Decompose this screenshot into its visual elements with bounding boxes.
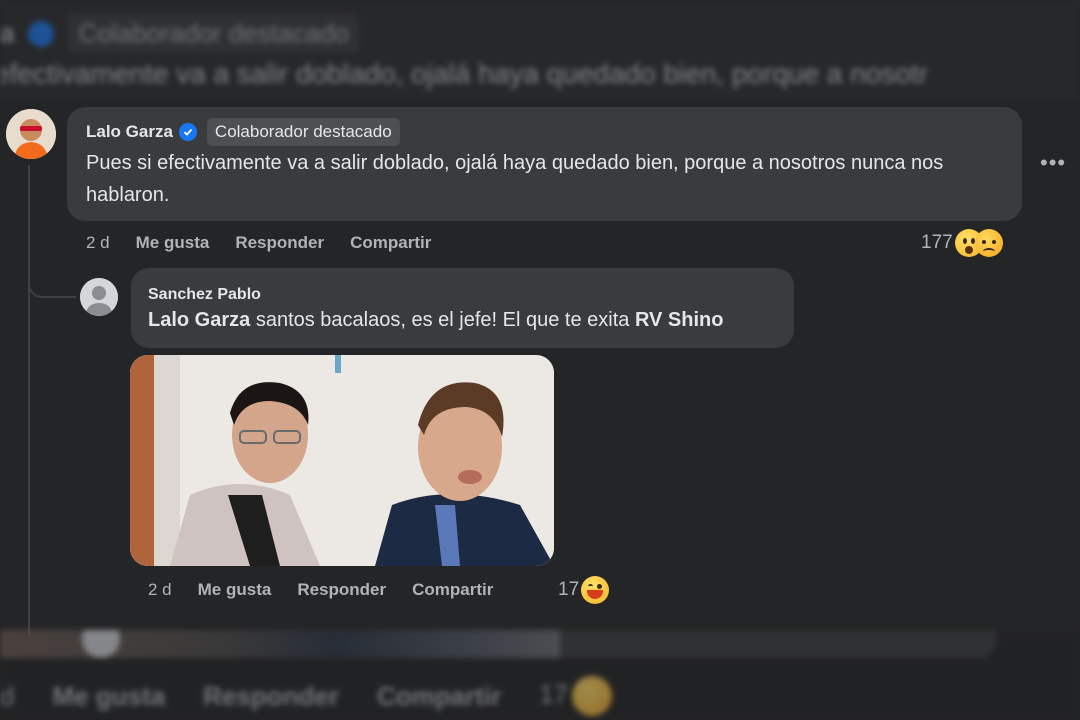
thread-line xyxy=(28,165,30,635)
ellipsis-icon[interactable]: ••• xyxy=(1040,150,1066,176)
previous-comment-ghost: a Colaborador destacado efectivamente va… xyxy=(0,0,1080,100)
reply-avatar[interactable] xyxy=(80,278,118,316)
reply-time[interactable]: 2 d xyxy=(148,580,172,600)
reply-connector xyxy=(28,262,76,298)
ghost-reply: Responder xyxy=(203,680,339,711)
reply-author[interactable]: Sanchez Pablo xyxy=(148,286,261,304)
ghost-time: d xyxy=(0,680,15,711)
mention-rv-shino[interactable]: RV Shino xyxy=(635,309,724,331)
reply-button[interactable]: Responder xyxy=(235,233,324,253)
reply-gif-image[interactable] xyxy=(130,355,554,566)
reply-reaction-count: 17 xyxy=(558,579,580,600)
haha-icon xyxy=(581,576,610,604)
top-contributor-badge: Colaborador destacado xyxy=(206,118,400,146)
reply-text: Lalo Garza santos bacalaos, es el jefe! … xyxy=(148,309,723,332)
ghost-actions: d Me gusta Responder Compartir 17 xyxy=(0,676,613,716)
reply-actions: 2 d Me gusta Responder Compartir xyxy=(148,580,519,600)
ghost-share: Compartir xyxy=(376,680,502,711)
reply-reaction-summary[interactable]: 17 xyxy=(558,576,610,604)
ghost-badge: Colaborador destacado xyxy=(68,14,359,53)
next-comment-ghost: d Me gusta Responder Compartir 17 xyxy=(0,630,1080,720)
mention-lalo-garza[interactable]: Lalo Garza xyxy=(148,309,250,331)
ghost-reaction-count: 17 xyxy=(539,676,613,716)
like-button[interactable]: Me gusta xyxy=(136,233,210,253)
sad-icon xyxy=(974,229,1003,257)
comment-text: Pues si efectivamente va a salir doblado… xyxy=(86,152,944,206)
verified-icon xyxy=(28,20,55,47)
reply-reply-button[interactable]: Responder xyxy=(297,580,386,600)
reaction-count: 177 xyxy=(921,232,953,253)
verified-icon xyxy=(178,123,197,141)
ghost-like: Me gusta xyxy=(52,680,166,711)
comment-time[interactable]: 2 d xyxy=(86,233,110,253)
ghost-comment-text: efectivamente va a salir doblado, ojalá … xyxy=(0,58,928,89)
comment-actions: 2 d Me gusta Responder Compartir xyxy=(86,233,457,253)
reply-body: santos bacalaos, es el jefe! El que te e… xyxy=(250,309,635,331)
reply-like-button[interactable]: Me gusta xyxy=(198,580,272,600)
ghost-name-fragment: a xyxy=(0,18,15,48)
ghost-count-text: 17 xyxy=(539,678,569,709)
reaction-summary[interactable]: 177 xyxy=(921,229,1003,257)
comment-author[interactable]: Lalo Garza xyxy=(86,122,173,142)
comment-header: Lalo Garza Colaborador destacado xyxy=(86,118,400,146)
haha-icon xyxy=(572,676,613,716)
share-button[interactable]: Compartir xyxy=(350,233,431,253)
reply-bubble xyxy=(131,268,794,348)
avatar[interactable] xyxy=(6,109,56,159)
reply-share-button[interactable]: Compartir xyxy=(412,580,493,600)
